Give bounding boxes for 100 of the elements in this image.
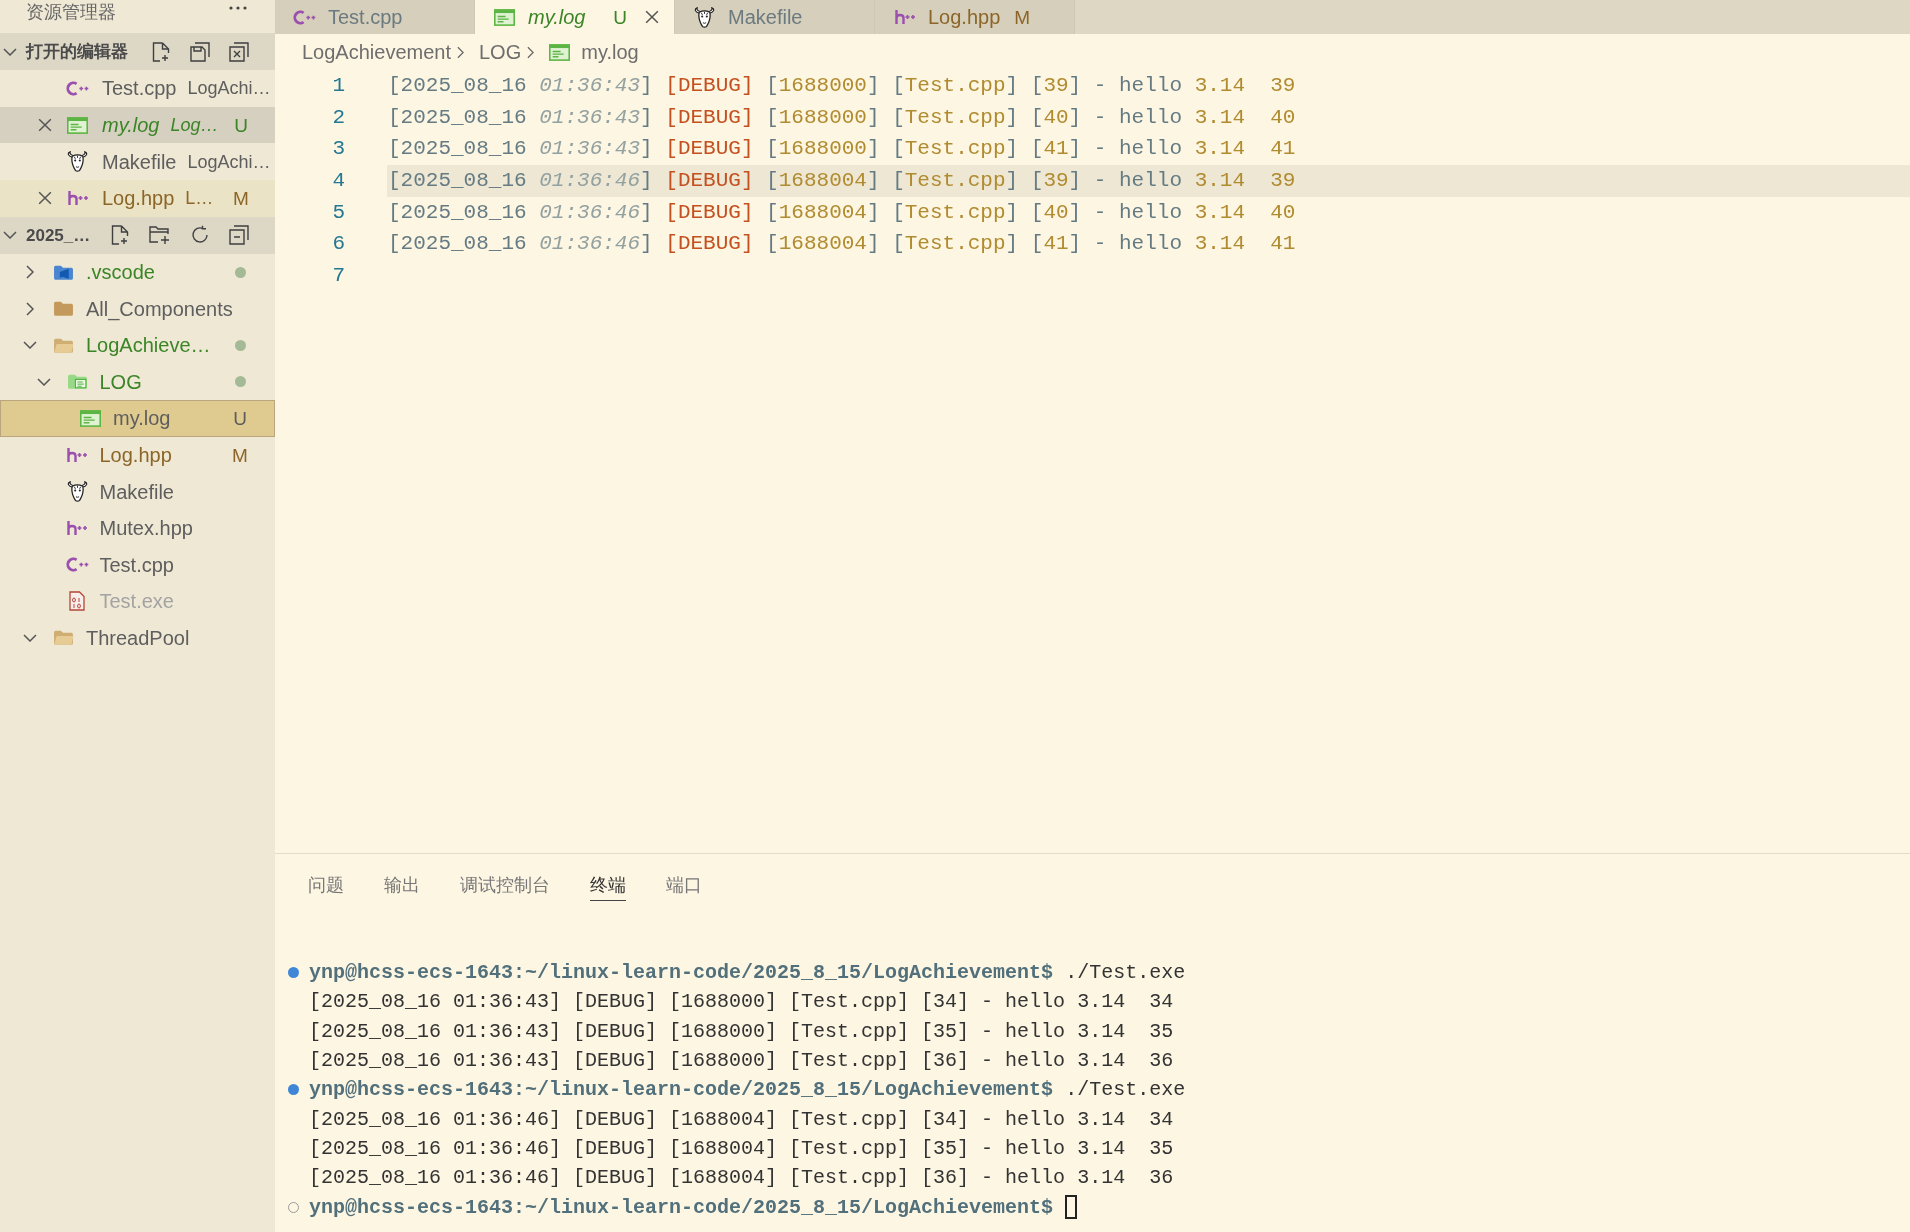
section-title: 打开的编辑器: [26, 40, 128, 63]
gnu-head-icon: [67, 151, 88, 173]
line-number: 1: [331, 73, 345, 99]
panel-tab[interactable]: 调试控制台: [460, 870, 550, 901]
new-folder-icon[interactable]: [149, 225, 171, 246]
open-editor-item[interactable]: Test.cpp LogAchi…: [0, 70, 275, 107]
tree-item[interactable]: my.log U: [0, 400, 275, 437]
chevron-right-icon[interactable]: [26, 265, 34, 280]
folder-description: LogAchi…: [187, 79, 271, 98]
more-actions-icon[interactable]: [229, 6, 247, 10]
tree-item[interactable]: All_Components: [0, 290, 275, 327]
editor-tab[interactable]: my.log U: [475, 0, 675, 34]
tree-item[interactable]: LOG: [0, 363, 275, 401]
editor-tab[interactable]: Log.hpp M: [875, 0, 1075, 34]
close-icon[interactable]: [38, 191, 52, 206]
panel-tab[interactable]: 终端: [590, 870, 626, 901]
open-editor-item[interactable]: my.log Log… U: [0, 106, 275, 144]
section-title: 2025_…: [26, 224, 91, 247]
code-line: [2025_08_16 01:36:43] [DEBUG] [1688000] [Test.cpp] [39] - hello 3.14 39: [388, 73, 1296, 99]
gnu-head-icon: [694, 6, 715, 28]
editor-tab[interactable]: Test.cpp: [275, 0, 475, 34]
collapse-all-icon[interactable]: [229, 225, 249, 246]
panel-tab[interactable]: 端口: [666, 870, 702, 901]
breadcrumb-item[interactable]: LogAchievement: [302, 42, 451, 62]
chevron-down-icon[interactable]: [3, 231, 17, 240]
gnu-head-icon: [66, 481, 88, 503]
section-header[interactable]: 打开的编辑器: [0, 33, 275, 70]
tree-item[interactable]: Makefile: [0, 473, 275, 510]
code-line: [2025_08_16 01:36:46] [DEBUG] [1688004] [Test.cpp] [41] - hello 3.14 41: [388, 231, 1296, 258]
line-number: 6: [331, 231, 345, 258]
folder-description: LogAchi…: [187, 152, 271, 171]
terminal-line: [2025_08_16 01:36:46] [DEBUG] [1688004] [Test.cpp] [36] - hello 3.14 36: [309, 1165, 1174, 1192]
close-icon[interactable]: [38, 118, 52, 133]
terminal-line: [2025_08_16 01:36:43] [DEBUG] [1688000] [Test.cpp] [36] - hello 3.14 36: [309, 1048, 1174, 1075]
open-editor-item[interactable]: Log.hpp L… M: [0, 180, 275, 217]
panel-tab[interactable]: 输出: [384, 870, 420, 901]
chevron-down-icon[interactable]: [3, 47, 17, 56]
save-all-icon[interactable]: [190, 41, 210, 62]
code-line: [2025_08_16 01:36:46] [DEBUG] [1688004] [Test.cpp] [40] - hello 3.14 40: [388, 199, 1296, 226]
open-editor-item[interactable]: Makefile LogAchi…: [0, 143, 275, 181]
terminal-line: ynp@hcss-ecs-1643:~/linux-learn-code/2025_8_15/LogAchievement$ ./Test.exe: [309, 960, 1186, 987]
editor-tab[interactable]: Makefile: [675, 0, 875, 34]
terminal-line: ynp@hcss-ecs-1643:~/linux-learn-code/2025_8_15/LogAchievement$ ./Test.exe: [309, 1077, 1186, 1104]
git-status: M: [233, 188, 249, 208]
c-plus-plus-icon: [65, 557, 89, 573]
close-all-icon[interactable]: [229, 41, 249, 62]
line-number: 5: [331, 199, 345, 226]
c-plus-plus-icon: [293, 9, 316, 25]
folder-description: L…: [185, 189, 214, 208]
folder-icon: [66, 373, 88, 391]
tree-item[interactable]: Log.hpp M: [0, 436, 275, 474]
folder-icon: [53, 629, 74, 647]
git-status: U: [234, 115, 248, 135]
chevron-down-icon[interactable]: [36, 377, 51, 386]
panel-tab[interactable]: 问题: [308, 870, 344, 901]
chevron-right-icon[interactable]: [26, 301, 34, 316]
chevron-right-icon: [457, 45, 464, 59]
binary-file-icon: [69, 591, 85, 612]
breadcrumb-item[interactable]: my.log: [549, 42, 639, 62]
tree-item[interactable]: LogAchieve…: [0, 326, 275, 364]
c-plus-plus-icon: [66, 80, 89, 96]
git-status: U: [613, 7, 627, 27]
folder-icon: [53, 300, 74, 318]
folder-description: Log…: [170, 116, 219, 135]
tree-item[interactable]: Test.cpp: [0, 546, 275, 584]
tree-item[interactable]: Mutex.hpp: [0, 509, 275, 547]
terminal-line: [2025_08_16 01:36:43] [DEBUG] [1688000] [Test.cpp] [34] - hello 3.14 34: [309, 989, 1174, 1016]
terminal-line: [2025_08_16 01:36:46] [DEBUG] [1688004] [Test.cpp] [35] - hello 3.14 35: [309, 1135, 1174, 1162]
terminal-line: [2025_08_16 01:36:43] [DEBUG] [1688000] [Test.cpp] [35] - hello 3.14 35: [309, 1018, 1174, 1045]
refresh-icon[interactable]: [190, 225, 210, 246]
text-file-icon: [494, 8, 515, 26]
text-file-icon: [80, 409, 101, 427]
folder-icon: [53, 336, 74, 354]
git-status: M: [232, 445, 248, 465]
line-number: 2: [331, 104, 345, 131]
new-file-icon[interactable]: [151, 41, 171, 62]
code-line: [2025_08_16 01:36:43] [DEBUG] [1688000] [Test.cpp] [40] - hello 3.14 40: [388, 104, 1296, 131]
code-line: [2025_08_16 01:36:46] [DEBUG] [1688004] [Test.cpp] [39] - hello 3.14 39: [388, 168, 1296, 195]
new-file-icon[interactable]: [110, 225, 130, 246]
text-file-icon: [67, 116, 88, 134]
text-file-icon: [549, 43, 571, 61]
git-status: U: [233, 408, 247, 428]
h-plus-plus-icon: [66, 520, 88, 537]
line-number: 7: [331, 263, 345, 290]
terminal-line: [2025_08_16 01:36:46] [DEBUG] [1688004] [Test.cpp] [34] - hello 3.14 34: [309, 1106, 1174, 1133]
terminal-line: ynp@hcss-ecs-1643:~/linux-learn-code/2025_8_15/LogAchievement$: [309, 1194, 1054, 1221]
tree-item[interactable]: ThreadPool: [0, 619, 275, 657]
folder-icon: [53, 263, 74, 281]
chevron-down-icon[interactable]: [23, 341, 37, 350]
section-header[interactable]: 2025_…: [0, 216, 275, 254]
h-plus-plus-icon: [66, 190, 89, 207]
sidebar-title: 资源管理器: [26, 1, 116, 24]
chevron-down-icon[interactable]: [23, 634, 37, 642]
h-plus-plus-icon: [66, 447, 88, 463]
h-plus-plus-icon: [893, 9, 916, 25]
chevron-right-icon: [527, 45, 535, 59]
tree-item[interactable]: .vscode: [0, 253, 275, 291]
breadcrumb-item[interactable]: LOG: [479, 42, 522, 62]
close-icon[interactable]: [645, 10, 659, 24]
git-status: M: [1014, 7, 1031, 27]
